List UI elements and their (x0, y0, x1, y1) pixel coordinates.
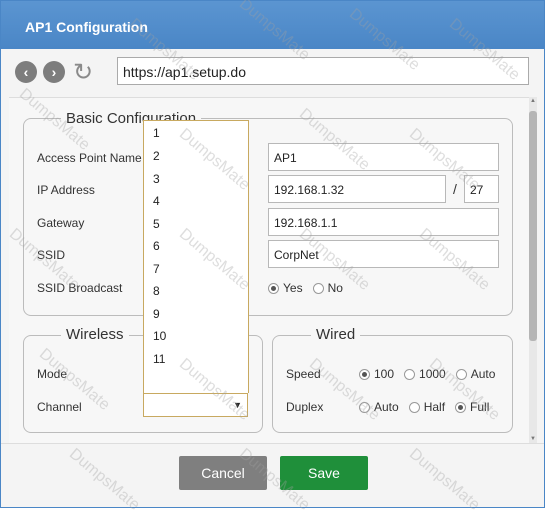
duplex-auto-option[interactable]: Auto (359, 400, 399, 414)
duplex-half-radio[interactable] (408, 401, 420, 413)
channel-option[interactable]: 7 (153, 262, 160, 276)
speed-1000-radio[interactable] (404, 368, 416, 380)
duplex-options: Auto Half Full (359, 400, 499, 414)
ssid-broadcast-options: Yes No (268, 281, 353, 295)
channel-dropdown-list: 1 2 3 4 5 6 7 8 9 10 11 (143, 120, 249, 393)
channel-option[interactable]: 3 (153, 172, 160, 186)
duplex-label: Duplex (286, 400, 324, 414)
ip-address-field[interactable]: 192.168.1.32 (268, 175, 446, 203)
broadcast-yes-radio[interactable] (268, 282, 279, 294)
speed-options: 100 1000 Auto (359, 367, 505, 381)
subnet-mask-field[interactable]: 27 (464, 175, 499, 203)
scroll-up-icon[interactable]: ▲ (529, 97, 537, 105)
url-bar[interactable]: https://ap1.setup.do (117, 57, 529, 85)
ap-name-label: Access Point Name (37, 151, 142, 165)
speed-1000-option[interactable]: 1000 (404, 367, 446, 381)
ssid-label: SSID (37, 248, 66, 262)
duplex-full-option[interactable]: Full (455, 400, 489, 414)
wired-group (272, 335, 513, 433)
wireless-legend: Wireless (61, 326, 129, 343)
speed-label: Speed (286, 367, 321, 381)
channel-label: Channel (37, 400, 82, 414)
scroll-down-icon[interactable]: ▼ (529, 435, 537, 443)
channel-option[interactable]: 2 (153, 149, 160, 163)
window-title: AP1 Configuration (25, 19, 148, 35)
ssid-field[interactable]: CorpNet (268, 240, 499, 268)
config-window: AP1 Configuration ‹ › ↻ https://ap1.setu… (0, 0, 545, 514)
browser-nav: ‹ › ↻ (15, 59, 95, 86)
speed-100-option[interactable]: 100 (359, 367, 394, 381)
channel-option[interactable]: 9 (153, 307, 160, 321)
arrow-left-icon[interactable]: ‹ (15, 61, 37, 83)
gateway-field[interactable]: 192.168.1.1 (268, 208, 499, 236)
mode-label: Mode (37, 367, 68, 381)
cancel-button[interactable]: Cancel (179, 456, 267, 490)
channel-option[interactable]: 5 (153, 217, 160, 231)
channel-option[interactable]: 1 (153, 126, 160, 140)
channel-option[interactable]: 10 (153, 329, 166, 343)
broadcast-yes-option[interactable]: Yes (268, 281, 303, 295)
channel-select[interactable]: ▼ (143, 393, 248, 417)
channel-option[interactable]: 8 (153, 284, 160, 298)
ip-address-label: IP Address (37, 183, 95, 197)
speed-100-radio[interactable] (359, 368, 370, 380)
broadcast-no-radio[interactable] (312, 282, 324, 294)
arrow-right-icon[interactable]: › (43, 61, 65, 83)
refresh-icon[interactable]: ↻ (71, 59, 95, 86)
save-button[interactable]: Save (280, 456, 368, 490)
channel-option[interactable]: 4 (153, 194, 160, 208)
speed-auto-option[interactable]: Auto (455, 367, 495, 381)
wired-legend: Wired (311, 326, 361, 343)
duplex-half-option[interactable]: Half (408, 400, 445, 414)
scrollbar[interactable]: ▲ ▼ (529, 97, 537, 443)
duplex-auto-radio[interactable] (359, 401, 370, 413)
gateway-label: Gateway (37, 216, 85, 230)
speed-auto-radio[interactable] (455, 368, 467, 380)
scroll-thumb[interactable] (529, 111, 537, 341)
subnet-separator: / (453, 181, 457, 197)
channel-option[interactable]: 6 (153, 239, 160, 253)
broadcast-no-option[interactable]: No (312, 281, 343, 295)
dialog-footer (1, 443, 544, 507)
chevron-down-icon[interactable]: ▼ (233, 400, 242, 410)
ssid-broadcast-label: SSID Broadcast (37, 281, 123, 295)
channel-option[interactable]: 11 (153, 352, 165, 366)
title-bar: AP1 Configuration (1, 1, 544, 49)
ap-name-field[interactable]: AP1 (268, 143, 499, 171)
duplex-full-radio[interactable] (455, 401, 467, 413)
